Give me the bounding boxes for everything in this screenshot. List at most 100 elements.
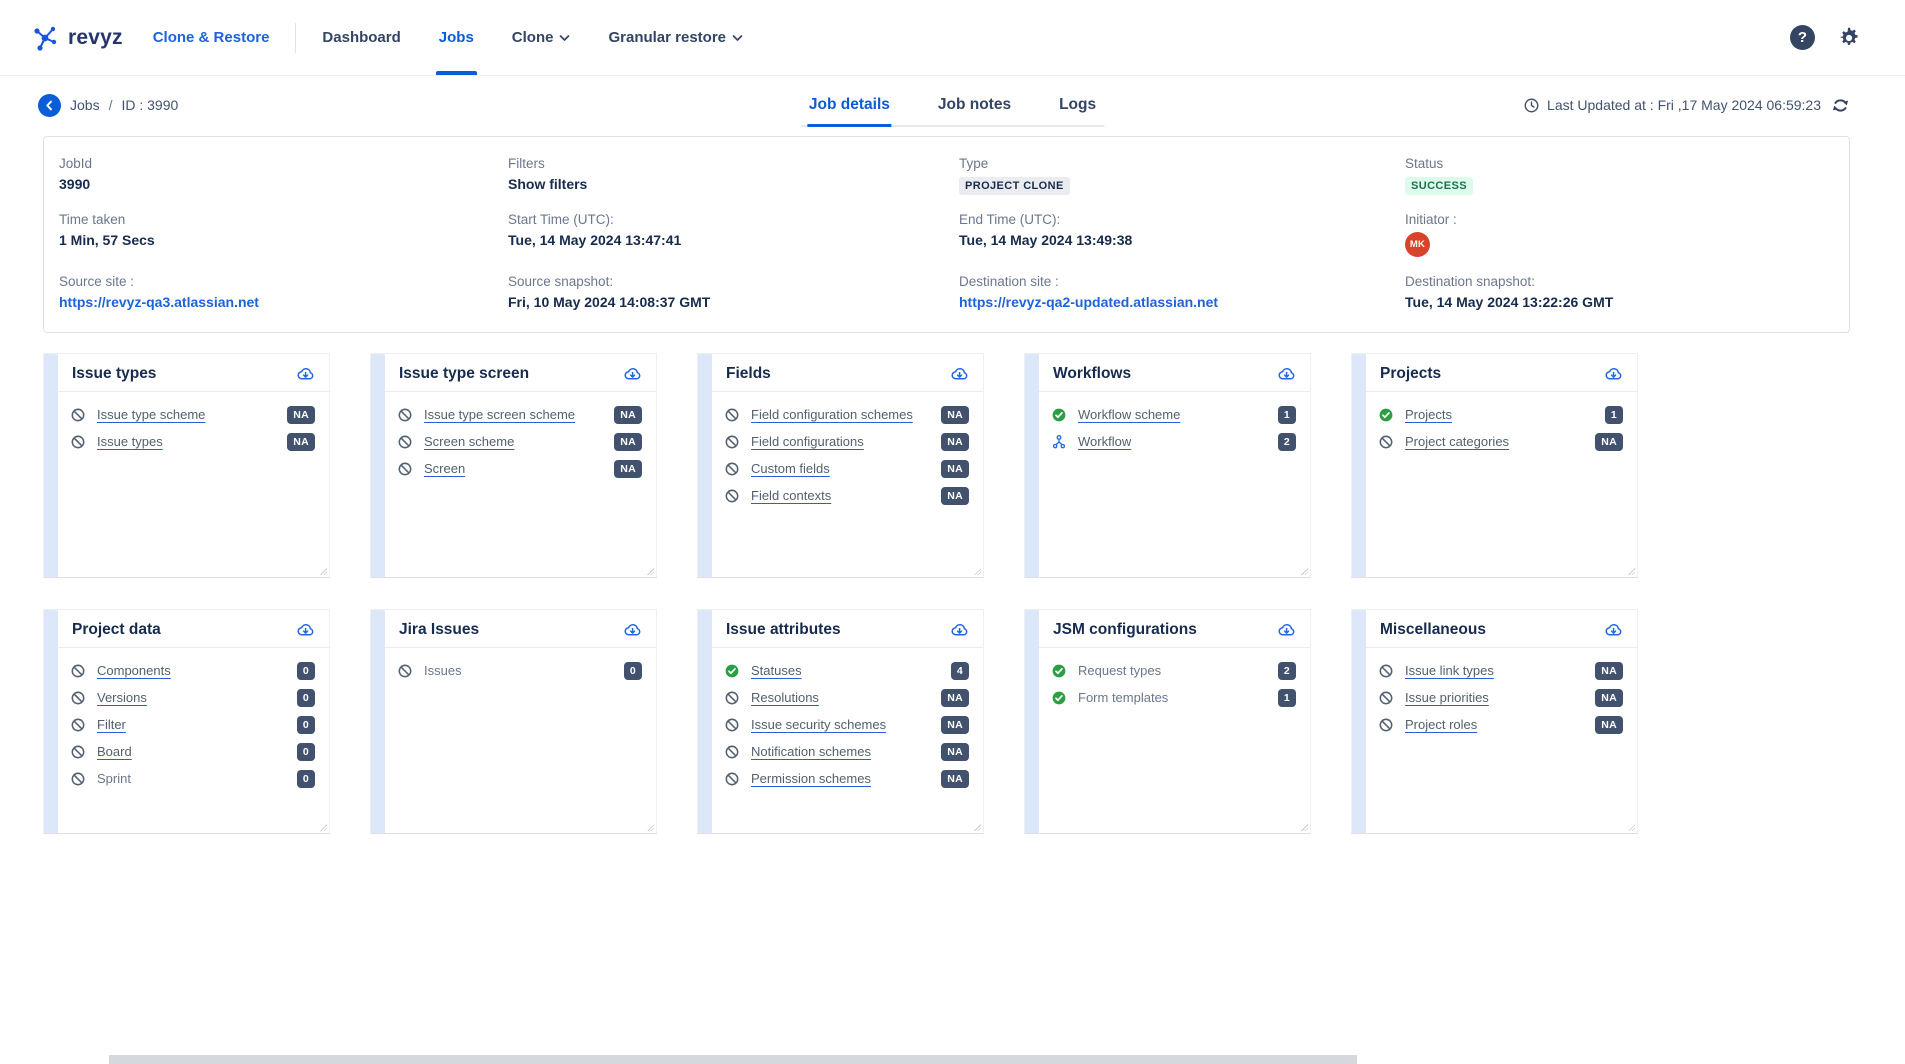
cloud-restore-icon[interactable] <box>1277 366 1296 382</box>
field-label: JobId <box>59 156 508 171</box>
card-item-link[interactable]: Issue type scheme <box>97 407 205 422</box>
page-subheader: Jobs / ID : 3990 Job details Job notes Log… <box>0 76 1905 134</box>
breadcrumb-jobs-link[interactable]: Jobs <box>70 97 100 113</box>
clock-icon <box>1523 97 1540 114</box>
cloud-restore-icon[interactable] <box>623 622 642 638</box>
help-icon[interactable]: ? <box>1790 25 1815 50</box>
count-badge: NA <box>614 406 642 424</box>
initiator-avatar[interactable]: MK <box>1405 232 1430 257</box>
nav-item-dashboard[interactable]: Dashboard <box>322 0 400 75</box>
site-link[interactable]: https://revyz-qa2-updated.atlassian.net <box>959 294 1405 310</box>
blocked-icon <box>70 407 87 423</box>
card-row-versions: Versions0 <box>70 684 315 711</box>
gear-icon[interactable] <box>1837 26 1861 50</box>
job-field-destination-snapshot: Destination snapshot:Tue, 14 May 2024 13… <box>1405 274 1849 310</box>
card-item-link[interactable]: Field configuration schemes <box>751 407 913 422</box>
refresh-icon[interactable] <box>1831 96 1850 115</box>
card-item-link[interactable]: Field configurations <box>751 434 864 449</box>
card-item-link[interactable]: Issue link types <box>1405 663 1494 678</box>
card-item-link[interactable]: Workflow scheme <box>1078 407 1180 422</box>
cloud-restore-icon[interactable] <box>623 366 642 382</box>
cloud-restore-icon[interactable] <box>1277 622 1296 638</box>
blocked-icon <box>70 744 87 760</box>
card-accent-stripe <box>1352 610 1366 833</box>
field-value: 3990 <box>59 176 508 192</box>
top-nav: revyz Clone & Restore DashboardJobsClone… <box>0 0 1905 76</box>
revyz-logo[interactable]: revyz <box>30 23 123 53</box>
card-item-link[interactable]: Statuses <box>751 663 802 678</box>
job-field-jobid: JobId 3990 <box>59 156 508 195</box>
card-item-link[interactable]: Workflow <box>1078 434 1131 449</box>
card-item-link[interactable]: Projects <box>1405 407 1452 422</box>
card-title: Issue type screen <box>399 365 529 383</box>
count-badge: 1 <box>1278 406 1296 424</box>
field-label: Type <box>959 156 1405 171</box>
card-row-screen: ScreenNA <box>397 455 642 482</box>
card-item-link[interactable]: Project roles <box>1405 717 1477 732</box>
cloud-restore-icon[interactable] <box>1604 366 1623 382</box>
card-title: Projects <box>1380 365 1441 383</box>
site-link[interactable]: https://revyz-qa3.atlassian.net <box>59 294 508 310</box>
card-row-workflow-scheme: Workflow scheme 1 <box>1051 401 1296 428</box>
check-icon <box>724 663 741 679</box>
card-item-link[interactable]: Issue types <box>97 434 163 449</box>
cloud-restore-icon[interactable] <box>296 366 315 382</box>
card-item-link[interactable]: Versions <box>97 690 147 705</box>
card-jsm-configurations: JSM configurationsRequest types2Form tem… <box>1024 609 1311 834</box>
cloud-restore-icon[interactable] <box>950 366 969 382</box>
tab-logs[interactable]: Logs <box>1057 90 1098 125</box>
card-title: Project data <box>72 621 161 639</box>
tab-job-notes[interactable]: Job notes <box>936 90 1013 125</box>
horizontal-scrollbar[interactable] <box>109 1055 1357 1064</box>
card-row-issue-link-types: Issue link typesNA <box>1378 657 1623 684</box>
card-item-link[interactable]: Screen <box>424 461 465 476</box>
cloud-restore-icon[interactable] <box>1604 622 1623 638</box>
nav-item-jobs[interactable]: Jobs <box>439 0 474 75</box>
card-item-link[interactable]: Project categories <box>1405 434 1509 449</box>
nav-items: Dashboard Jobs Clone Granular restore <box>322 0 743 75</box>
count-badge: NA <box>1595 716 1623 734</box>
field-label: Source site : <box>59 274 508 289</box>
blocked-icon <box>724 690 741 706</box>
card-item-link[interactable]: Components <box>97 663 171 678</box>
card-item-link[interactable]: Field contexts <box>751 488 831 503</box>
card-header: Issue type screen <box>385 354 656 392</box>
count-badge: NA <box>614 433 642 451</box>
brand-name: revyz <box>68 26 123 50</box>
card-row-workflow: Workflow2 <box>1051 428 1296 455</box>
nav-item-clone[interactable]: Clone <box>512 0 571 75</box>
field-label: End Time (UTC): <box>959 212 1405 227</box>
card-item-link[interactable]: Issue priorities <box>1405 690 1489 705</box>
card-accent-stripe <box>1352 354 1366 577</box>
field-value: Fri, 10 May 2024 14:08:37 GMT <box>508 294 959 310</box>
breadcrumb-separator: / <box>109 97 113 113</box>
card-item-link[interactable]: Resolutions <box>751 690 819 705</box>
job-field-initiator: Initiator :MK <box>1405 212 1849 257</box>
card-item-link[interactable]: Issue security schemes <box>751 717 886 732</box>
card-title: Jira Issues <box>399 621 479 639</box>
card-item-link[interactable]: Issue type screen scheme <box>424 407 575 422</box>
cloud-restore-icon[interactable] <box>296 622 315 638</box>
blocked-icon <box>397 663 414 679</box>
field-label: Filters <box>508 156 959 171</box>
nav-item-granular-restore[interactable]: Granular restore <box>608 0 743 75</box>
card-item-link[interactable]: Notification schemes <box>751 744 871 759</box>
count-badge: NA <box>941 406 969 424</box>
card-item-link[interactable]: Filter <box>97 717 126 732</box>
back-button[interactable] <box>38 94 61 117</box>
card-item-link[interactable]: Custom fields <box>751 461 830 476</box>
nav-divider <box>295 23 296 53</box>
job-info-panel: JobId3990FiltersShow filtersTypePROJECT … <box>43 136 1850 333</box>
card-item-link[interactable]: Permission schemes <box>751 771 871 786</box>
count-badge: 0 <box>297 716 315 734</box>
tab-job-details[interactable]: Job details <box>807 90 892 127</box>
breadcrumb: Jobs / ID : 3990 <box>38 94 178 117</box>
show-filters-button[interactable]: Show filters <box>508 176 959 192</box>
card-item-link[interactable]: Board <box>97 744 132 759</box>
blocked-icon <box>724 488 741 504</box>
card-row-filter: Filter 0 <box>70 711 315 738</box>
count-badge: NA <box>287 433 315 451</box>
cloud-restore-icon[interactable] <box>950 622 969 638</box>
card-item-link[interactable]: Screen scheme <box>424 434 514 449</box>
field-label: Destination site : <box>959 274 1405 289</box>
